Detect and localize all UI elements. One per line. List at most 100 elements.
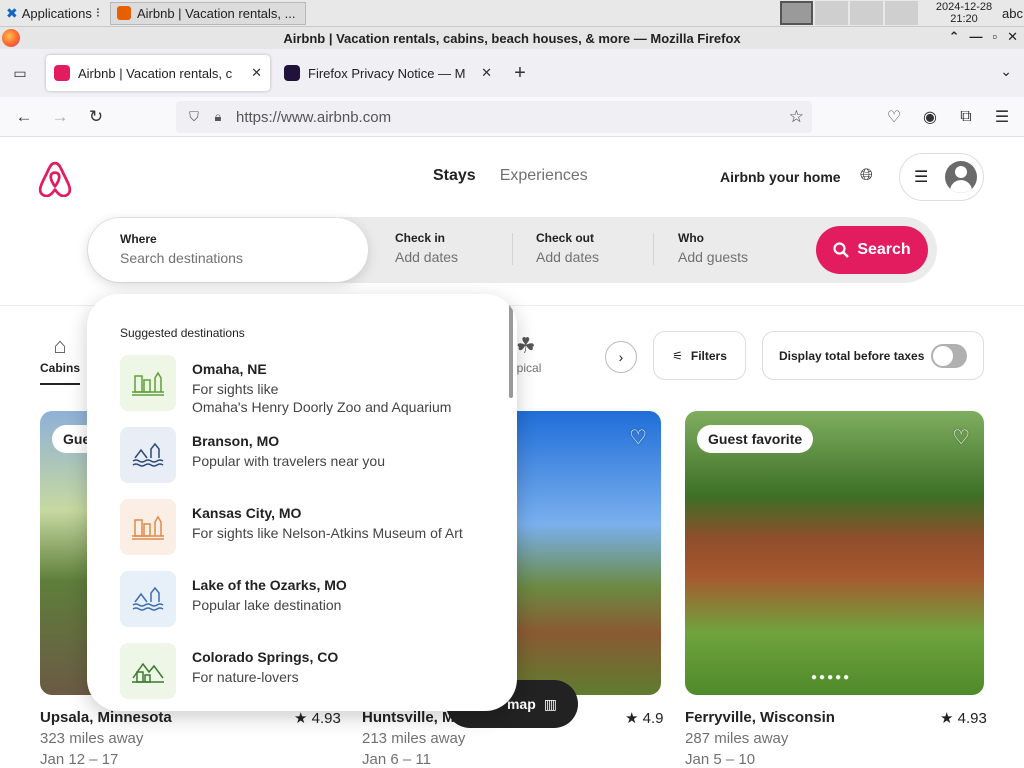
taxes-toggle[interactable]	[931, 343, 967, 368]
suggestion-item-colorado-springs[interactable]: Colorado Springs, CO For nature-lovers	[120, 643, 500, 699]
cabin-icon: ⌂	[53, 333, 67, 358]
destination-search-input[interactable]	[120, 250, 350, 266]
dropdown-scrollbar[interactable]	[509, 298, 513, 398]
workspace-3[interactable]	[850, 1, 883, 25]
workspace-1[interactable]	[780, 1, 813, 25]
lock-icon[interactable]: 🔒︎	[206, 109, 230, 125]
keyboard-layout[interactable]: abc	[1002, 6, 1023, 21]
tracking-protection-icon[interactable]: ⛉	[182, 109, 206, 125]
nav-experiences[interactable]: Experiences	[500, 167, 588, 185]
check-out-segment[interactable]: Check out Add dates	[536, 231, 599, 265]
categories-next-button[interactable]: ›	[605, 341, 637, 373]
heart-icon[interactable]: ♡	[629, 425, 647, 450]
search-button-label: Search	[857, 241, 911, 258]
category-cabins[interactable]: ⌂ Cabins	[40, 333, 81, 385]
taxes-label: Display total before taxes	[779, 348, 925, 363]
suggestion-name: Omaha, NE	[192, 361, 267, 377]
suggestion-name: Branson, MO	[192, 433, 280, 449]
heart-icon[interactable]: ♡	[952, 425, 970, 450]
airbnb-logo-icon[interactable]	[38, 161, 72, 197]
category-label: Cabins	[40, 361, 81, 375]
listing-rating: ★ 4.93	[940, 710, 987, 727]
bookmark-star-icon[interactable]: ☆	[789, 107, 804, 127]
nav-stays[interactable]: Stays	[433, 167, 476, 185]
suggestion-name: Kansas City, MO	[192, 505, 302, 521]
url-input[interactable]	[236, 108, 756, 126]
suggestion-item-omaha[interactable]: Omaha, NE For sights like Omaha's Henry D…	[120, 355, 500, 415]
suggested-destinations-dropdown: Suggested destinations Omaha, NE For sig…	[87, 294, 517, 711]
suggestion-name: Lake of the Ozarks, MO	[192, 577, 347, 593]
firefox-icon	[116, 6, 131, 20]
workspace-2[interactable]	[815, 1, 848, 25]
forward-button[interactable]: →	[42, 101, 78, 133]
firefox-logo-icon	[2, 29, 20, 47]
search-bar: Where Check in Add dates Check out Add d…	[87, 217, 937, 283]
where-segment[interactable]: Where	[88, 218, 368, 282]
hamburger-icon: ☰	[914, 169, 929, 186]
suggestion-item-lake-of-the-ozarks[interactable]: Lake of the Ozarks, MO Popular lake dest…	[120, 571, 500, 627]
clock[interactable]: 2024-12-28 21:20	[922, 1, 1006, 25]
filters-label: Filters	[690, 348, 727, 363]
check-in-label: Check in	[395, 231, 446, 245]
taskbar-window-label: Airbnb | Vacation rentals, ...	[136, 5, 296, 21]
suggestion-description: Popular with travelers near you	[192, 453, 385, 469]
filters-button[interactable]: ⚟ Filters	[653, 331, 746, 380]
lakeside-icon	[120, 571, 176, 627]
who-value: Add guests	[678, 249, 749, 265]
suggestion-item-kansas-city[interactable]: Kansas City, MO For sights like Nelson-A…	[120, 499, 500, 555]
account-icon[interactable]: ◉	[914, 101, 946, 133]
globe-icon[interactable]: 🌐︎	[860, 167, 873, 185]
listing-title[interactable]: Huntsville, M	[362, 709, 455, 726]
listing-title[interactable]: Ferryville, Wisconsin	[685, 709, 835, 726]
workspace-4[interactable]	[885, 1, 918, 25]
airbnb-your-home-link[interactable]: Airbnb your home	[720, 169, 841, 185]
listing-rating: ★ 4.93	[294, 710, 341, 727]
maximize-icon[interactable]: ▫	[992, 29, 997, 45]
listing-rating: ★ 4.9	[625, 710, 664, 727]
listing-dates: Jan 12 – 17	[40, 751, 119, 768]
url-bar[interactable]: ⛉ 🔒︎ ☆	[176, 101, 812, 133]
window-up-icon[interactable]: ⌃	[949, 29, 960, 45]
tab-airbnb[interactable]: Airbnb | Vacation rentals, c ✕	[46, 55, 270, 91]
where-label: Where	[120, 232, 157, 246]
who-segment[interactable]: Who Add guests	[678, 231, 748, 265]
suggestion-description: For nature-lovers	[192, 669, 299, 685]
close-window-icon[interactable]: ✕	[1007, 29, 1018, 45]
pocket-icon[interactable]: ♡	[878, 101, 910, 133]
check-in-value: Add dates	[395, 249, 459, 265]
app-menu-icon[interactable]: ☰	[986, 101, 1018, 133]
map-button-label: map	[506, 696, 536, 712]
listing-title[interactable]: Upsala, Minnesota	[40, 709, 172, 726]
list-all-tabs-icon[interactable]: ⌄	[1000, 63, 1012, 80]
avatar-icon	[945, 161, 977, 193]
city-icon	[120, 355, 176, 411]
workspace-switcher[interactable]	[780, 1, 918, 25]
applications-menu[interactable]: ✖ Applications ⁝	[0, 0, 106, 27]
search-icon	[833, 242, 850, 258]
reload-button[interactable]: ↻	[78, 101, 114, 133]
extensions-icon[interactable]: ⧉	[950, 101, 982, 133]
suggestion-description: For sights like Nelson-Atkins Museum of …	[192, 525, 463, 541]
new-tab-button[interactable]: +	[506, 62, 534, 85]
display-total-toggle-row[interactable]: Display total before taxes	[762, 331, 984, 380]
close-tab-icon[interactable]: ✕	[251, 65, 262, 81]
listing-image[interactable]: Guest favorite ♡ ●●●●●	[685, 411, 984, 695]
firefox-view-button[interactable]: ▭	[0, 53, 40, 93]
back-button[interactable]: ←	[6, 101, 42, 133]
suggestion-item-branson[interactable]: Branson, MO Popular with travelers near …	[120, 427, 500, 483]
taskbar-firefox-window[interactable]: Airbnb | Vacation rentals, ...	[109, 1, 306, 25]
check-in-segment[interactable]: Check in Add dates	[395, 231, 458, 265]
image-pagination-dots: ●●●●●	[811, 672, 852, 683]
listing-distance: 287 miles away	[685, 730, 789, 747]
user-menu-button[interactable]: ☰	[899, 153, 984, 201]
firefox-view-icon: ▭	[13, 64, 27, 81]
who-label: Who	[678, 231, 704, 245]
search-button[interactable]: Search	[816, 226, 928, 274]
close-tab-icon[interactable]: ✕	[481, 65, 492, 81]
minimize-icon[interactable]: —	[969, 29, 982, 45]
listing-dates: Jan 5 – 10	[685, 751, 756, 768]
tab-privacy-notice[interactable]: Firefox Privacy Notice — M ✕	[276, 55, 500, 91]
sliders-icon: ⚟	[672, 348, 683, 363]
map-icon: ▥	[543, 695, 558, 712]
check-out-label: Check out	[536, 231, 595, 245]
